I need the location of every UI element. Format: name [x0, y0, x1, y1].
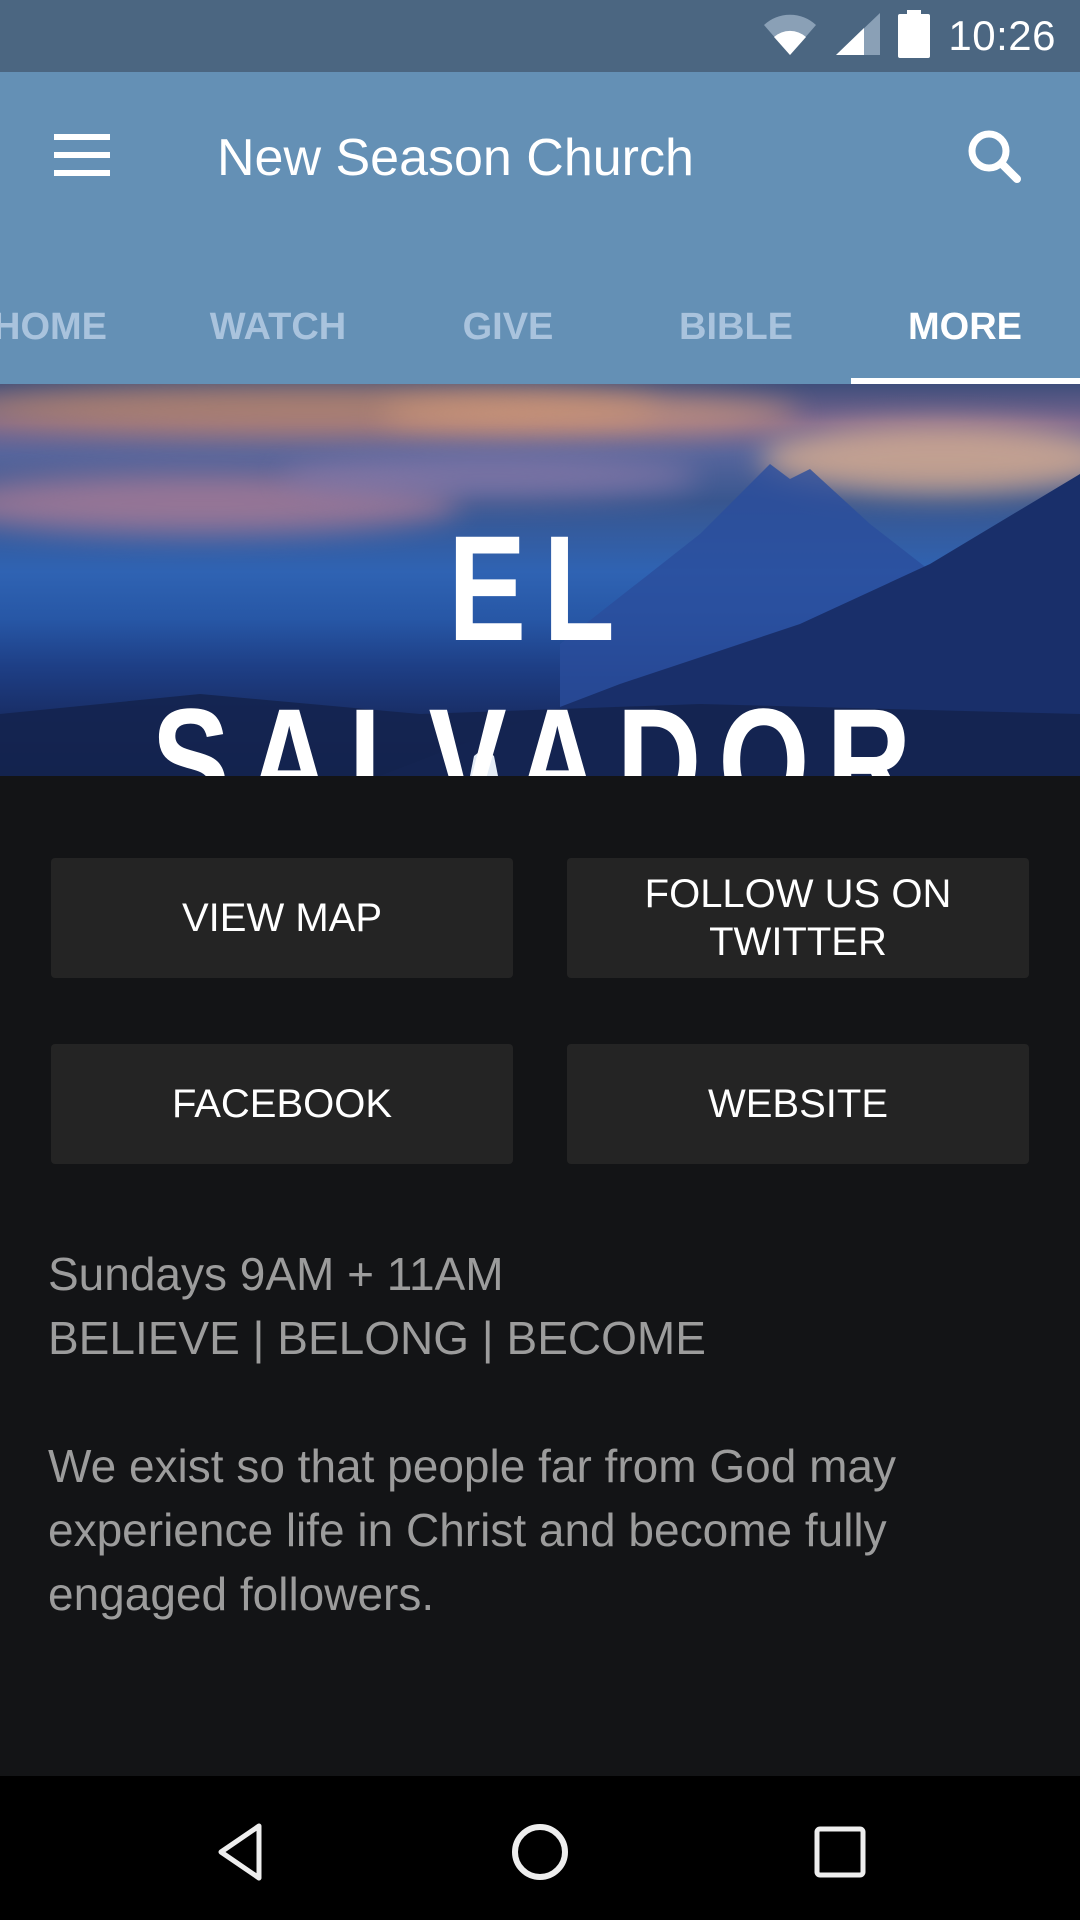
tab-label: WATCH — [209, 305, 347, 348]
tab-label: BIBLE — [679, 305, 793, 348]
view-map-button[interactable]: VIEW MAP — [51, 858, 513, 978]
banner-title: EL SALVADOR — [151, 504, 929, 776]
back-icon[interactable] — [200, 1812, 280, 1892]
status-time: 10:26 — [948, 12, 1056, 59]
website-label: WEBSITE — [707, 1082, 889, 1126]
wifi-icon — [762, 13, 818, 60]
tab-bar: HOME WATCH GIVE BIBLE MORE — [0, 270, 1080, 384]
tab-give[interactable]: GIVE — [408, 270, 608, 384]
home-icon[interactable] — [500, 1812, 580, 1892]
status-icons: 10:26 — [762, 0, 1056, 72]
system-nav-bar — [0, 1776, 1080, 1920]
view-map-label: VIEW MAP — [181, 896, 383, 940]
mission-line: experience life in Christ and become ful… — [48, 1504, 887, 1556]
service-info: Sundays 9AM + 11AM BELIEVE | BELONG | BE… — [48, 1242, 706, 1370]
follow-twitter-button[interactable]: FOLLOW US ON TWITTER — [567, 858, 1029, 978]
search-icon[interactable] — [964, 126, 1024, 186]
facebook-button[interactable]: FACEBOOK — [51, 1044, 513, 1164]
tab-label: HOME — [0, 305, 107, 348]
twitter-label-line1: FOLLOW US ON — [644, 872, 952, 916]
website-button[interactable]: WEBSITE — [567, 1044, 1029, 1164]
facebook-label: FACEBOOK — [171, 1082, 393, 1126]
tab-label: GIVE — [462, 305, 554, 348]
tab-more[interactable]: MORE — [865, 270, 1065, 384]
status-bar: 10:26 — [0, 0, 1080, 72]
content-area: VIEW MAP FOLLOW US ON TWITTER FACEBOOK W… — [0, 776, 1080, 1776]
church-motto: BELIEVE | BELONG | BECOME — [48, 1312, 706, 1364]
recents-icon[interactable] — [800, 1812, 880, 1892]
tab-watch[interactable]: WATCH — [178, 270, 378, 384]
mission-statement: We exist so that people far from God may… — [48, 1434, 896, 1626]
mission-line: engaged followers. — [48, 1568, 435, 1620]
banner-image: EL SALVADOR — [0, 384, 1080, 776]
tab-bible[interactable]: BIBLE — [636, 270, 836, 384]
tab-home[interactable]: HOME — [0, 270, 150, 384]
hamburger-menu-icon[interactable] — [54, 134, 112, 176]
tab-label: MORE — [908, 305, 1022, 348]
battery-icon — [898, 9, 931, 63]
service-schedule: Sundays 9AM + 11AM — [48, 1248, 504, 1300]
cell-signal-icon — [836, 12, 881, 60]
app-title: New Season Church — [217, 129, 694, 187]
mission-line: We exist so that people far from God may — [48, 1440, 896, 1492]
twitter-label-line2: TWITTER — [709, 920, 887, 964]
